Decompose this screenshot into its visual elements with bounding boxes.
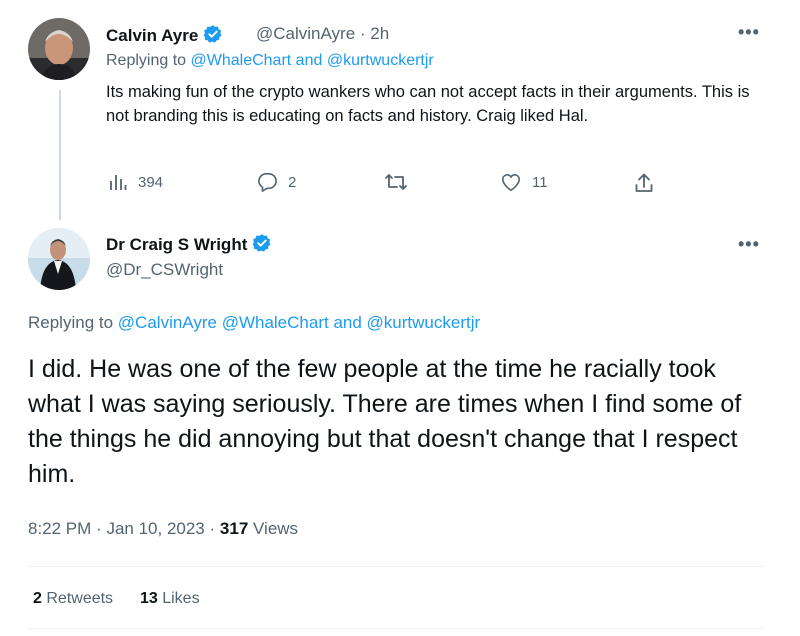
divider <box>28 628 763 629</box>
display-name-text[interactable]: Dr Craig S Wright <box>106 235 247 254</box>
replying-prefix: Replying to <box>106 52 187 69</box>
retweets-label: Retweets <box>46 590 114 607</box>
thread-connector-line <box>59 90 61 220</box>
views-icon <box>108 172 128 192</box>
verified-icon <box>252 233 272 258</box>
separator-dot: · <box>96 519 102 538</box>
reply-button[interactable]: 2 <box>256 172 296 192</box>
avatar[interactable] <box>28 18 90 80</box>
separator-dot: · <box>359 24 366 43</box>
views-button[interactable]: 394 <box>108 172 163 192</box>
separator-dot: · <box>209 519 216 538</box>
tweet1-replying-to: Replying to @WhaleChart and @kurtwuckert… <box>106 52 434 70</box>
mention-link[interactable]: @WhaleChart <box>222 313 329 332</box>
and-word: and <box>295 52 323 69</box>
date[interactable]: Jan 10, 2023 <box>106 519 204 538</box>
more-icon-glyph: ••• <box>738 22 760 42</box>
display-name-text[interactable]: Calvin Ayre <box>106 26 198 45</box>
and-word: and <box>333 313 362 332</box>
views-count: 317 <box>219 519 249 538</box>
replying-prefix: Replying to <box>28 313 114 332</box>
tweet2-stats: 2 Retweets 13 Likes <box>33 590 200 608</box>
mention-link[interactable]: @CalvinAyre <box>118 313 217 332</box>
retweet-button[interactable] <box>384 172 418 192</box>
retweets-stat[interactable]: 2 Retweets <box>33 590 118 607</box>
views-label: Views <box>253 519 299 538</box>
mention-link[interactable]: @kurtwuckertjr <box>367 313 481 332</box>
tweet1-display-name[interactable]: Calvin Ayre <box>106 24 223 49</box>
retweets-count: 2 <box>33 590 42 607</box>
handle[interactable]: @CalvinAyre <box>256 24 355 43</box>
retweet-icon <box>384 172 408 192</box>
mention-link[interactable]: @kurtwuckertjr <box>327 52 434 69</box>
likes-count: 13 <box>139 590 158 607</box>
share-button[interactable] <box>634 172 654 194</box>
mention-link[interactable]: @WhaleChart <box>191 52 292 69</box>
likes-label: Likes <box>162 590 200 607</box>
tweet1-handle-time: @CalvinAyre · 2h <box>256 24 389 44</box>
tweet2-display-name[interactable]: Dr Craig S Wright <box>106 233 272 258</box>
share-icon <box>634 172 654 194</box>
like-count: 11 <box>532 173 548 191</box>
timestamp[interactable]: 2h <box>370 24 389 43</box>
tweet2-replying-to: Replying to @CalvinAyre @WhaleChart and … <box>28 313 480 333</box>
more-icon[interactable]: ••• <box>738 234 760 255</box>
reply-count: 2 <box>288 173 297 191</box>
like-icon <box>500 172 522 192</box>
tweet2-meta: 8:22 PM · Jan 10, 2023 · 317 Views <box>28 519 298 539</box>
likes-stat[interactable]: 13 Likes <box>140 590 200 607</box>
tweet2-handle[interactable]: @Dr_CSWright <box>106 260 223 280</box>
tweet2-text: I did. He was one of the few people at t… <box>28 355 742 488</box>
views-count: 394 <box>138 173 164 191</box>
tweet1-text: Its making fun of the crypto wankers who… <box>106 83 750 125</box>
reply-icon <box>256 172 278 192</box>
like-button[interactable]: 11 <box>500 172 548 192</box>
timestamp[interactable]: 8:22 PM <box>28 519 91 538</box>
more-icon-glyph: ••• <box>738 234 760 254</box>
divider <box>28 566 763 567</box>
verified-icon <box>203 24 223 49</box>
avatar[interactable] <box>28 228 90 290</box>
more-icon[interactable]: ••• <box>738 22 760 43</box>
